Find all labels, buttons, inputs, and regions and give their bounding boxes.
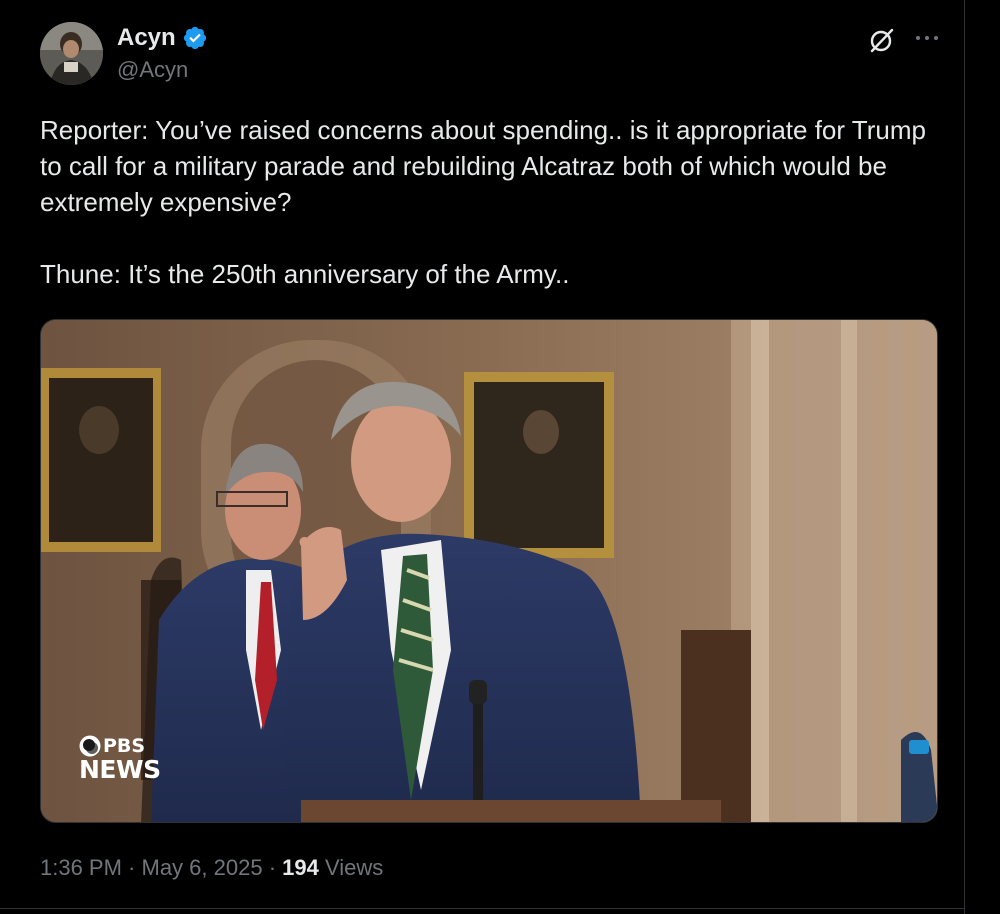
grok-icon[interactable]: [868, 26, 896, 54]
video-player[interactable]: PBS NEWS: [40, 319, 938, 823]
meta-separator: ·: [262, 855, 283, 880]
tweet-date[interactable]: May 6, 2025: [142, 855, 263, 880]
pbs-watermark-text: PBS: [103, 735, 146, 757]
column-divider: [964, 0, 965, 914]
more-options-icon[interactable]: [912, 24, 942, 52]
tweet-paragraph-reporter: Reporter: You’ve raised concerns about s…: [40, 115, 926, 217]
tweet: Acyn @Acyn Reporter: You’ve raised conce…: [0, 0, 964, 914]
tweet-text: Reporter: You’ve raised concerns about s…: [40, 112, 940, 292]
verified-badge-icon[interactable]: [182, 25, 208, 51]
author-avatar[interactable]: [40, 22, 103, 85]
avatar-photo: [40, 22, 103, 85]
meta-separator: ·: [121, 855, 142, 880]
pbs-logo-icon: [79, 735, 101, 757]
news-watermark-text: NEWS: [79, 755, 161, 784]
views-count[interactable]: 194: [282, 855, 319, 880]
tweet-time[interactable]: 1:36 PM: [40, 855, 122, 880]
author-handle[interactable]: @Acyn: [117, 57, 188, 83]
author-name-row: Acyn: [117, 24, 208, 52]
video-thumbnail-image: [41, 320, 937, 822]
tweet-paragraph-thune: Thune: It’s the 250th anniversary of the…: [40, 259, 570, 289]
tweet-metadata: 1:36 PM · May 6, 2025 · 194 Views: [40, 855, 383, 881]
pbs-news-watermark: PBS NEWS: [79, 735, 169, 784]
views-label: Views: [318, 855, 384, 880]
author-display-name[interactable]: Acyn: [117, 24, 176, 52]
